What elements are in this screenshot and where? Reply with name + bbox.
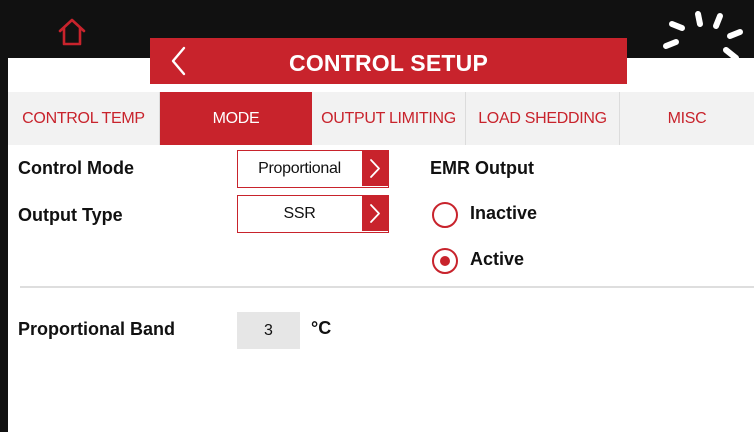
tab-label: CONTROL TEMP xyxy=(22,110,145,127)
radio-label: Inactive xyxy=(470,203,538,223)
chevron-right-icon xyxy=(370,204,380,223)
tab-misc[interactable]: MISC xyxy=(620,92,754,145)
chevron-right-icon xyxy=(370,159,380,178)
tab-label: OUTPUT LIMITING xyxy=(321,110,456,127)
emr-output-active-radio[interactable]: Active xyxy=(432,248,562,274)
tab-output-limiting[interactable]: OUTPUT LIMITING xyxy=(312,92,466,145)
home-icon xyxy=(58,18,86,46)
chevron-left-icon xyxy=(171,46,186,76)
back-button[interactable] xyxy=(164,42,194,80)
page-title: CONTROL SETUP xyxy=(289,50,488,76)
emr-output-label: EMR Output xyxy=(430,158,534,178)
control-mode-select[interactable]: Proportional xyxy=(237,150,389,188)
control-mode-value: Proportional xyxy=(258,160,341,177)
home-button[interactable] xyxy=(56,16,88,48)
tab-label: MODE xyxy=(212,110,260,127)
radio-label: Active xyxy=(470,249,525,269)
proportional-band-label: Proportional Band xyxy=(18,319,175,339)
tab-bar: CONTROL TEMP MODE OUTPUT LIMITING LOAD S… xyxy=(8,92,754,145)
control-setup-screen: CONTROL SETUP CONTROL TEMP MODE OUTPUT L… xyxy=(0,0,754,432)
output-type-label: Output Type xyxy=(18,205,123,225)
emr-output-inactive-radio[interactable]: Inactive xyxy=(432,202,562,228)
screen-frame xyxy=(0,0,8,432)
status-spinner xyxy=(660,6,754,62)
control-mode-arrow xyxy=(362,151,388,186)
radio-circle xyxy=(432,202,458,228)
proportional-band-unit: °C xyxy=(311,318,332,338)
spinner-icon xyxy=(663,11,743,61)
title-bar: CONTROL SETUP xyxy=(150,38,627,84)
control-mode-label: Control Mode xyxy=(18,158,134,178)
radio-selected-dot xyxy=(439,255,450,266)
tab-load-shedding[interactable]: LOAD SHEDDING xyxy=(466,92,620,145)
proportional-band-input[interactable]: 3 xyxy=(237,312,300,349)
tab-mode[interactable]: MODE xyxy=(160,92,312,145)
radio-circle xyxy=(432,248,458,274)
section-divider xyxy=(20,286,754,288)
tab-label: LOAD SHEDDING xyxy=(478,110,607,127)
output-type-arrow xyxy=(362,196,388,231)
tab-control-temp[interactable]: CONTROL TEMP xyxy=(8,92,160,145)
tab-label: MISC xyxy=(667,110,707,127)
output-type-value: SSR xyxy=(283,205,316,222)
output-type-select[interactable]: SSR xyxy=(237,195,389,233)
